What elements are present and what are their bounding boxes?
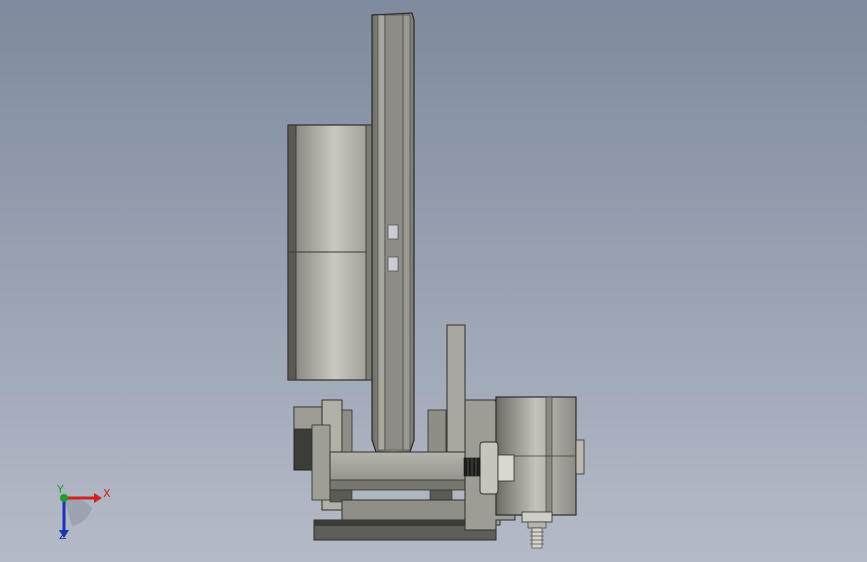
x-axis-label: X <box>103 487 111 500</box>
brake-assembly-model[interactable] <box>0 0 867 562</box>
reference-triad <box>59 493 102 538</box>
brake-disc[interactable] <box>371 12 415 453</box>
z-axis-label: Z <box>59 529 67 542</box>
y-axis-label: Y <box>57 483 64 496</box>
triad-plane-shade <box>64 497 92 526</box>
bleed-screw[interactable] <box>521 511 553 549</box>
graphics-viewport[interactable]: X Y Z <box>0 0 867 562</box>
wheel-hub[interactable] <box>287 124 375 381</box>
x-axis-arrowhead <box>94 493 102 503</box>
